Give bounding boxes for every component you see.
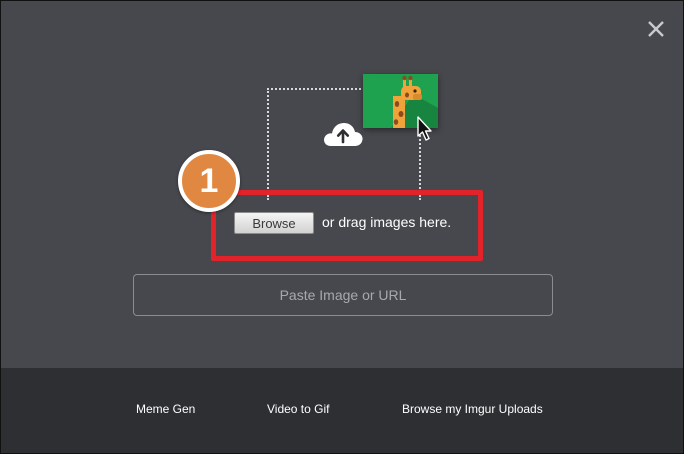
footer-bar: Meme Gen Video to Gif Browse my Imgur Up… bbox=[1, 368, 683, 453]
paste-url-input[interactable] bbox=[133, 274, 553, 316]
browse-button[interactable]: Browse bbox=[234, 212, 314, 234]
video-to-gif-link[interactable]: Video to Gif bbox=[267, 402, 329, 416]
drag-hint-text: or drag images here. bbox=[322, 214, 452, 230]
cloud-upload-icon bbox=[322, 120, 364, 153]
close-icon[interactable] bbox=[645, 18, 667, 40]
mouse-cursor-icon bbox=[416, 116, 434, 147]
meme-gen-link[interactable]: Meme Gen bbox=[136, 402, 195, 416]
browse-uploads-link[interactable]: Browse my Imgur Uploads bbox=[402, 402, 543, 416]
upload-dialog: 1 Browse or drag images here. Meme Gen V… bbox=[0, 0, 684, 454]
step-badge: 1 bbox=[178, 150, 240, 212]
